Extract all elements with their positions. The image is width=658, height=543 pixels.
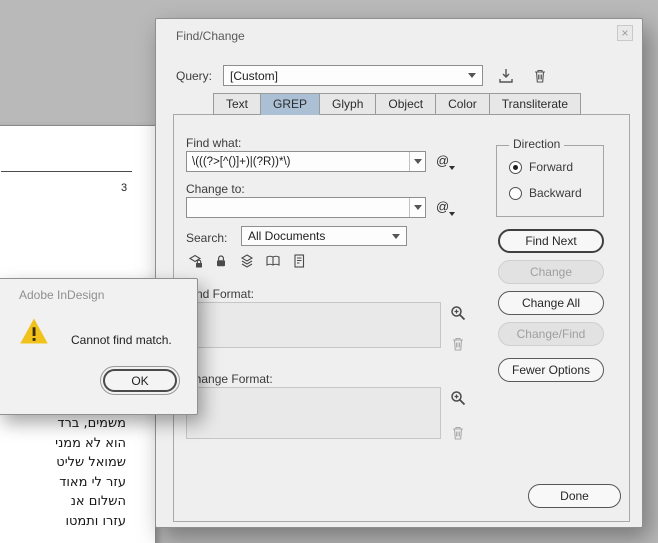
change-format-box [186, 387, 441, 439]
trash-icon [453, 337, 463, 351]
change-to-field [186, 197, 426, 218]
at-menu-icon: @ [436, 153, 450, 168]
alert-title: Adobe InDesign [19, 288, 105, 302]
text-frame-rule [1, 171, 132, 172]
radio-forward[interactable] [509, 160, 522, 174]
change-to-history-button[interactable] [409, 198, 425, 217]
magnifier-plus-icon [451, 306, 466, 321]
search-label: Search: [186, 231, 228, 245]
include-hidden-layers-button[interactable] [238, 252, 256, 270]
direction-backward-option[interactable]: Backward [509, 186, 582, 200]
specify-find-attributes-button[interactable] [448, 303, 468, 323]
magnifier-plus-icon [451, 391, 466, 406]
specify-change-attributes-button[interactable] [448, 388, 468, 408]
document-text-line: עזר לי מאוד [59, 474, 126, 490]
document-text-line: שמואל שליט [56, 455, 126, 470]
include-locked-layers-button[interactable] [186, 252, 204, 270]
query-dropdown[interactable]: [Custom] [223, 65, 483, 86]
change-to-input[interactable] [187, 198, 409, 217]
forward-label: Forward [529, 160, 574, 174]
include-master-pages-button[interactable] [264, 252, 282, 270]
document-text-line: משמים, ברד [57, 416, 126, 431]
change-find-button: Change/Find [498, 322, 604, 346]
change-button: Change [498, 260, 604, 284]
footnote-page-icon [294, 254, 305, 268]
dialog-title: Find/Change [176, 29, 245, 43]
radio-backward[interactable] [509, 186, 522, 200]
document-text-block: משמים, ברד הוא לא ממני שמואל שליט עזר לי… [55, 414, 126, 531]
at-menu-icon: @ [436, 199, 450, 214]
direction-group: Direction Forward Backward [496, 137, 604, 217]
direction-forward-option[interactable]: Forward [509, 160, 573, 174]
ok-button[interactable]: OK [100, 366, 180, 395]
search-scope-toggles [186, 252, 308, 270]
chevron-down-icon [468, 73, 476, 78]
include-locked-stories-button[interactable] [212, 252, 230, 270]
chevron-down-icon [413, 159, 422, 164]
document-text-line: השלום אנ [70, 494, 126, 509]
document-text-line: עזרו ותמטו [65, 513, 126, 529]
fewer-options-button[interactable]: Fewer Options [498, 358, 604, 382]
chevron-down-icon [449, 166, 455, 170]
change-all-button[interactable]: Change All [498, 291, 604, 315]
find-format-box [186, 302, 441, 348]
chevron-down-icon [392, 233, 400, 239]
direction-legend: Direction [509, 137, 565, 151]
document-text-line: הוא לא ממני [55, 435, 126, 451]
desktop: 3 משמים, ברד הוא לא ממני שמואל שליט עזר … [0, 0, 658, 543]
trash-icon [535, 69, 545, 83]
tab-object[interactable]: Object [376, 93, 437, 115]
lock-icon [217, 255, 225, 267]
search-scope-dropdown[interactable]: All Documents [241, 226, 407, 246]
clear-change-format-button [449, 424, 467, 442]
change-special-characters-button[interactable]: @ [433, 198, 457, 218]
alert-dialog: Adobe InDesign Cannot find match. OK [0, 278, 198, 415]
clear-find-format-button [449, 335, 467, 353]
change-to-label: Change to: [186, 182, 245, 196]
find-what-history-button[interactable] [409, 152, 425, 171]
chevron-down-icon [413, 205, 422, 210]
tab-grep[interactable]: GREP [261, 93, 321, 115]
change-format-label: Change Format: [186, 372, 273, 386]
find-what-field [186, 151, 426, 172]
done-button[interactable]: Done [528, 484, 621, 508]
include-locked-layers-icon [188, 254, 202, 268]
save-query-button[interactable] [496, 66, 516, 86]
delete-query-button[interactable] [530, 66, 550, 86]
find-what-label: Find what: [186, 136, 242, 150]
find-what-input[interactable] [187, 152, 409, 171]
mode-tabs: Text GREP Glyph Object Color Translitera… [213, 93, 582, 115]
tab-glyph[interactable]: Glyph [320, 93, 377, 115]
include-footnotes-button[interactable] [290, 252, 308, 270]
page-marker-text: 3 [121, 182, 128, 194]
open-book-icon [266, 255, 280, 266]
backward-label: Backward [529, 186, 582, 200]
chevron-down-icon [449, 212, 455, 216]
warning-icon [19, 317, 49, 345]
tab-color[interactable]: Color [436, 93, 490, 115]
find-next-button[interactable]: Find Next [498, 229, 604, 253]
layers-icon [240, 254, 254, 268]
save-query-icon [499, 69, 513, 83]
alert-message: Cannot find match. [71, 333, 172, 347]
find-special-characters-button[interactable]: @ [433, 152, 457, 172]
find-change-dialog: Find/Change × Query: [Custom] Text GREP … [155, 18, 643, 528]
query-value: [Custom] [230, 68, 279, 83]
trash-icon [453, 426, 463, 440]
tab-text[interactable]: Text [213, 93, 262, 115]
close-icon[interactable]: × [617, 25, 633, 41]
search-scope-value: All Documents [248, 229, 326, 243]
query-label: Query: [176, 69, 213, 83]
tab-transliterate[interactable]: Transliterate [489, 93, 582, 115]
